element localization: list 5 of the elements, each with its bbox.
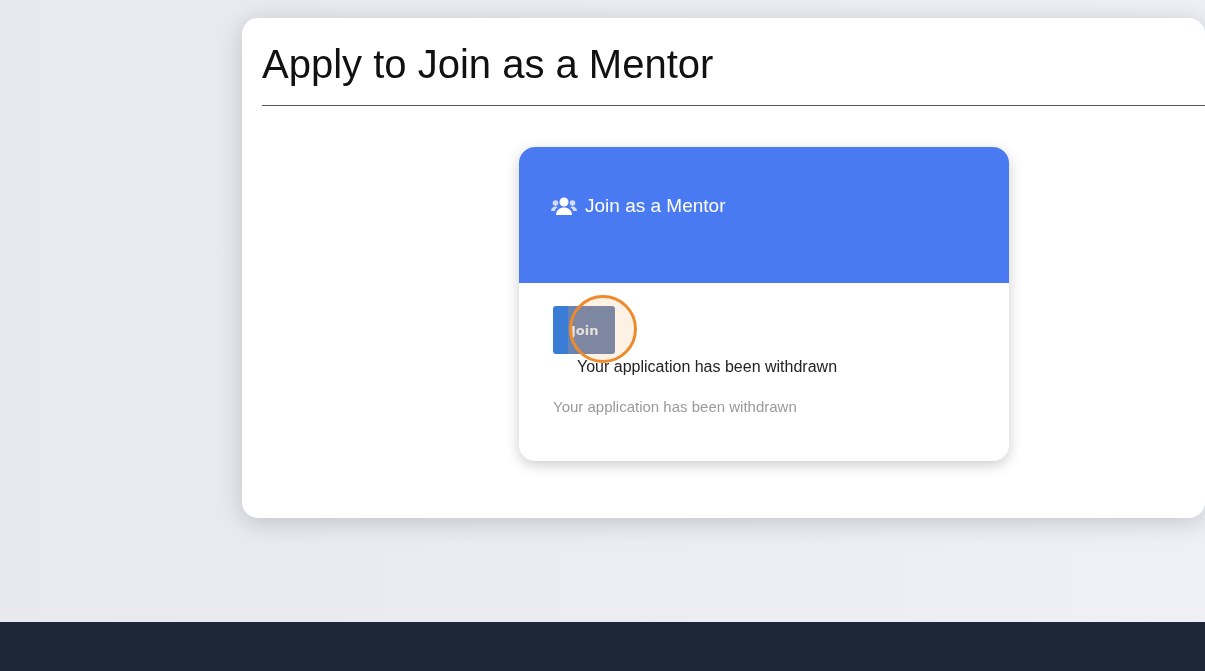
page-title: Apply to Join as a Mentor bbox=[262, 42, 1205, 106]
users-icon bbox=[551, 196, 577, 216]
status-note: Your application has been withdrawn bbox=[553, 398, 798, 415]
card-title: Join as a Mentor bbox=[585, 195, 726, 217]
status-message: Your application has been withdrawn bbox=[577, 358, 839, 376]
